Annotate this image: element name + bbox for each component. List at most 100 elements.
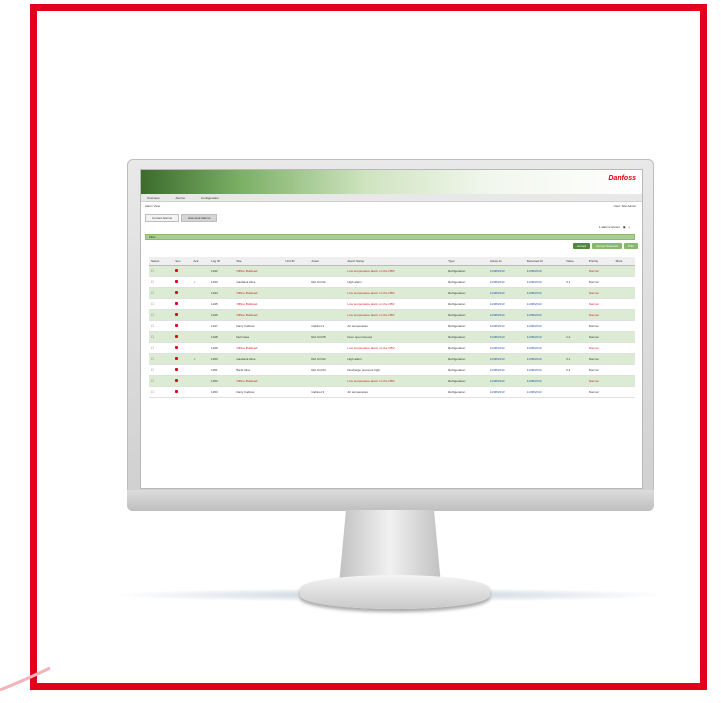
ack-icon	[191, 298, 210, 310]
log-id: 1245	[209, 298, 235, 310]
site: Offline Bulkload	[234, 309, 284, 321]
site: Offline Bulkload	[234, 265, 284, 277]
export-icon[interactable]: ⤓	[629, 225, 630, 229]
ack-icon	[191, 320, 210, 332]
unit-id	[283, 386, 310, 398]
row-checkbox[interactable]: ☐	[149, 276, 174, 288]
priority: Normal	[586, 276, 614, 288]
row-checkbox[interactable]: ☐	[149, 386, 174, 398]
column-header-select[interactable]: Select	[149, 257, 174, 266]
menu-item-configuration[interactable]: Configuration	[201, 196, 219, 200]
column-header-site[interactable]: Site	[234, 257, 284, 266]
log-id: 1247	[209, 320, 235, 332]
menu-item-alarms[interactable]: Alarms	[176, 196, 185, 200]
type: Refrigeration	[446, 298, 488, 310]
row-checkbox[interactable]: ☐	[149, 353, 174, 365]
asset	[309, 298, 346, 310]
table-row[interactable]: ☐ ✓ 1250 Gasbank Alive Ref.Ctrl.02 High alarm…	[149, 353, 635, 365]
type: Refrigeration	[446, 364, 488, 376]
table-row[interactable]: ☐ 1249 Offline Bulkload Low temperature ala…	[149, 342, 635, 354]
tab-historical-alarms[interactable]: Historical Alarms	[181, 214, 218, 222]
column-header-asset[interactable]: Asset	[309, 257, 346, 266]
table-header-row: Select Sev Ack Log ID Site Unit ID Asset Alarm …	[149, 257, 635, 266]
log-id: 1243	[209, 276, 235, 288]
column-header-log-id[interactable]: Log ID	[209, 257, 235, 266]
row-checkbox[interactable]: ☐	[149, 331, 174, 343]
row-checkbox[interactable]: ☐	[149, 364, 174, 376]
row-checkbox[interactable]: ☐	[149, 287, 174, 299]
ack-icon	[191, 342, 210, 354]
alarm-name: Air temperature	[345, 320, 447, 332]
type: Refrigeration	[446, 320, 488, 332]
asset	[309, 309, 346, 321]
value	[564, 375, 587, 387]
table-row[interactable]: ☐ 1248 Deli Case Ref.Ctrl.05 Door open timeo…	[149, 331, 635, 343]
priority: Normal	[586, 265, 614, 277]
type: Refrigeration	[446, 386, 488, 398]
table-row[interactable]: ☐ 1246 Offline Bulkload Low temperature ala…	[149, 309, 635, 321]
column-header-active-at[interactable]: Active At	[487, 257, 525, 266]
row-checkbox[interactable]: ☐	[149, 320, 174, 332]
row-checkbox[interactable]: ☐	[149, 342, 174, 354]
table-row[interactable]: ☐ 1244 Offline Bulkload Low temperature ala…	[149, 287, 635, 299]
severity-dot-icon	[175, 346, 179, 349]
row-checkbox[interactable]: ☐	[149, 375, 174, 387]
column-header-alarm-name[interactable]: Alarm Name	[345, 257, 447, 266]
unit-id	[283, 265, 310, 277]
column-header-sev[interactable]: Sev	[173, 257, 192, 266]
accept-button[interactable]: Accept	[572, 243, 591, 249]
ack-icon	[191, 386, 210, 398]
severity-icon	[173, 353, 192, 365]
monitor-stand-base	[300, 575, 490, 609]
severity-dot-icon	[175, 324, 179, 327]
column-header-ack[interactable]: Ack	[191, 257, 210, 266]
priority: Normal	[586, 320, 614, 332]
type: Refrigeration	[446, 342, 488, 354]
table-row[interactable]: ☐ 1252 Offline Bulkload Low temperature ala…	[149, 375, 635, 387]
accept-selected-button[interactable]: Accept Selected	[592, 243, 622, 249]
view-row: 1 alarms shown ▣ ⤓	[599, 225, 630, 229]
more	[613, 375, 635, 387]
row-checkbox[interactable]: ☐	[149, 265, 174, 277]
table-row[interactable]: ☐ 1247 Dairy Cabinet Cabinet 3 Air temperatu…	[149, 320, 635, 332]
ack-icon	[191, 331, 210, 343]
column-header-priority[interactable]: Priority	[586, 257, 614, 266]
print-icon[interactable]: ▣	[623, 225, 626, 229]
received-at: 11/08/2013	[524, 331, 565, 343]
column-header-type[interactable]: Type	[446, 257, 488, 266]
table-row[interactable]: ☐ 1253 Dairy Cabinet Cabinet 3 Air temperatu…	[149, 386, 635, 398]
column-header-unit-id[interactable]: Unit ID	[283, 257, 310, 266]
site: Offline Bulkload	[234, 298, 284, 310]
filter-bar[interactable]: Filter	[145, 234, 635, 240]
asset: Ref.Ctrl.02	[309, 353, 346, 365]
table-row[interactable]: ☐ 1242 Offline Bulkload Low temperature ala…	[149, 265, 635, 277]
table-row[interactable]: ☐ 1251 Bank Alive Ref.Ctrl.03 Discharge pres…	[149, 364, 635, 376]
site: Offline Bulkload	[234, 287, 284, 299]
table-row[interactable]: ☐ 1245 Offline Bulkload Low temperature ala…	[149, 298, 635, 310]
value	[564, 342, 587, 354]
ack-icon	[191, 375, 210, 387]
column-header-value[interactable]: Value	[564, 257, 587, 266]
active-at: 11/08/2013	[487, 375, 525, 387]
more	[613, 342, 635, 354]
column-header-received-at[interactable]: Received At	[524, 257, 565, 266]
unit-id	[283, 342, 310, 354]
tab-current-alarms[interactable]: Current Alarms	[145, 214, 180, 222]
log-id: 1244	[209, 287, 235, 299]
monitor-screen: Danfoss Overview Alarms Configuration Alar…	[140, 169, 643, 489]
active-at: 11/08/2013	[487, 309, 525, 321]
column-header-more[interactable]: More	[613, 257, 635, 266]
table-row[interactable]: ☐ ✓ 1243 Gasbank Alive Ref.Ctrl.02 High alarm…	[149, 276, 635, 288]
more	[613, 386, 635, 398]
type: Refrigeration	[446, 353, 488, 365]
row-checkbox[interactable]: ☐	[149, 309, 174, 321]
severity-icon	[173, 298, 192, 310]
severity-icon	[173, 276, 192, 288]
active-at: 11/08/2013	[487, 386, 525, 398]
site: Gasbank Alive	[234, 353, 284, 365]
type: Refrigeration	[446, 309, 488, 321]
unit-id	[283, 353, 310, 365]
row-checkbox[interactable]: ☐	[149, 298, 174, 310]
menu-item-overview[interactable]: Overview	[147, 196, 160, 200]
print-button[interactable]: Print	[623, 243, 638, 249]
